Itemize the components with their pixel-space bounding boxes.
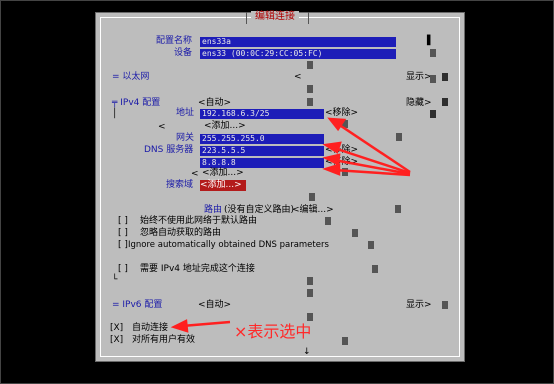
arrow-head-dns1 (322, 141, 342, 154)
arrow-head-checkbox (170, 319, 189, 333)
arrow-head-dns2 (322, 153, 341, 166)
arrow-to-dns1 (333, 146, 411, 175)
arrow-head-search (322, 163, 341, 176)
annotation-text: ×表示选中 (234, 322, 312, 341)
arrow-to-address (337, 122, 411, 174)
arrow-to-checkbox (181, 320, 231, 328)
